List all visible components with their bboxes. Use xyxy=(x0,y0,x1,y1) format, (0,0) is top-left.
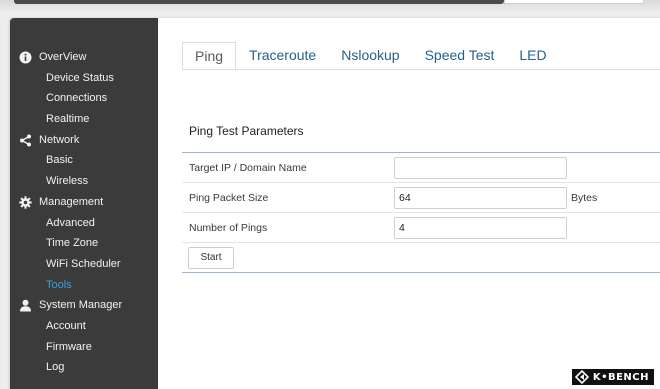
target-label: Target IP / Domain Name xyxy=(189,161,307,174)
target-input[interactable] xyxy=(394,156,567,179)
table-row-target: Target IP / Domain Name xyxy=(182,153,660,183)
tab-nslookup[interactable]: Nslookup xyxy=(329,42,411,69)
kbench-logo-icon xyxy=(574,369,589,385)
sidebar-section-management[interactable]: Management xyxy=(10,192,158,213)
share-icon xyxy=(19,134,32,147)
sidebar-item-account[interactable]: Account xyxy=(10,316,158,337)
sidebar-section-system-manager[interactable]: System Manager xyxy=(10,295,158,316)
router-admin-window: OverView Device Status Connections Realt… xyxy=(10,18,660,389)
section-title: Ping Test Parameters xyxy=(189,124,304,138)
tab-speed-test[interactable]: Speed Test xyxy=(413,42,507,69)
sidebar-section-overview[interactable]: OverView xyxy=(10,47,158,68)
sidebar-item-wifi-scheduler[interactable]: WiFi Scheduler xyxy=(10,254,158,275)
top-box xyxy=(504,0,644,4)
sidebar-item-realtime[interactable]: Realtime xyxy=(10,109,158,130)
sidebar-section-label: Management xyxy=(39,195,104,208)
main-panel: Ping Traceroute Nslookup Speed Test LED … xyxy=(158,18,660,389)
sidebar-item-basic[interactable]: Basic xyxy=(10,150,158,171)
sidebar-item-advanced[interactable]: Advanced xyxy=(10,213,158,234)
sidebar-item-tools[interactable]: Tools xyxy=(10,275,158,296)
table-row-packet-size: Ping Packet Size Bytes xyxy=(182,183,660,213)
tab-ping[interactable]: Ping xyxy=(182,42,237,69)
sidebar-section-label: Network xyxy=(39,133,80,146)
start-button[interactable]: Start xyxy=(188,246,234,269)
sidebar: OverView Device Status Connections Realt… xyxy=(10,18,158,389)
packet-unit: Bytes xyxy=(571,191,598,204)
sidebar-section-label: System Manager xyxy=(39,299,123,312)
sidebar-section-network[interactable]: Network xyxy=(10,130,158,151)
user-icon xyxy=(19,299,32,312)
ping-count-input[interactable] xyxy=(394,216,567,239)
table-row-actions: Start xyxy=(182,243,660,273)
tool-tabs: Ping Traceroute Nslookup Speed Test LED xyxy=(182,42,560,69)
sidebar-item-connections[interactable]: Connections xyxy=(10,88,158,109)
ping-parameters-table: Target IP / Domain Name Ping Packet Size… xyxy=(182,152,660,273)
sidebar-section-label: OverView xyxy=(39,51,87,63)
packet-size-input[interactable] xyxy=(394,186,567,209)
watermark-text: K•BENCH xyxy=(592,371,649,383)
table-row-ping-count: Number of Pings xyxy=(182,213,660,243)
sidebar-item-firmware[interactable]: Firmware xyxy=(10,337,158,358)
browser-top-strip xyxy=(0,0,660,12)
brand-watermark: K•BENCH xyxy=(571,369,654,385)
tab-divider xyxy=(182,69,660,70)
tab-traceroute[interactable]: Traceroute xyxy=(237,42,328,69)
sidebar-item-wireless[interactable]: Wireless xyxy=(10,171,158,192)
tab-led[interactable]: LED xyxy=(507,42,558,69)
top-bar xyxy=(14,0,504,4)
ping-count-label: Number of Pings xyxy=(189,221,268,234)
info-icon xyxy=(19,51,32,64)
sidebar-item-time-zone[interactable]: Time Zone xyxy=(10,233,158,254)
packet-size-label: Ping Packet Size xyxy=(189,191,269,204)
sidebar-item-log[interactable]: Log xyxy=(10,357,158,378)
sidebar-item-device-status[interactable]: Device Status xyxy=(10,68,158,89)
gear-icon xyxy=(19,195,32,209)
